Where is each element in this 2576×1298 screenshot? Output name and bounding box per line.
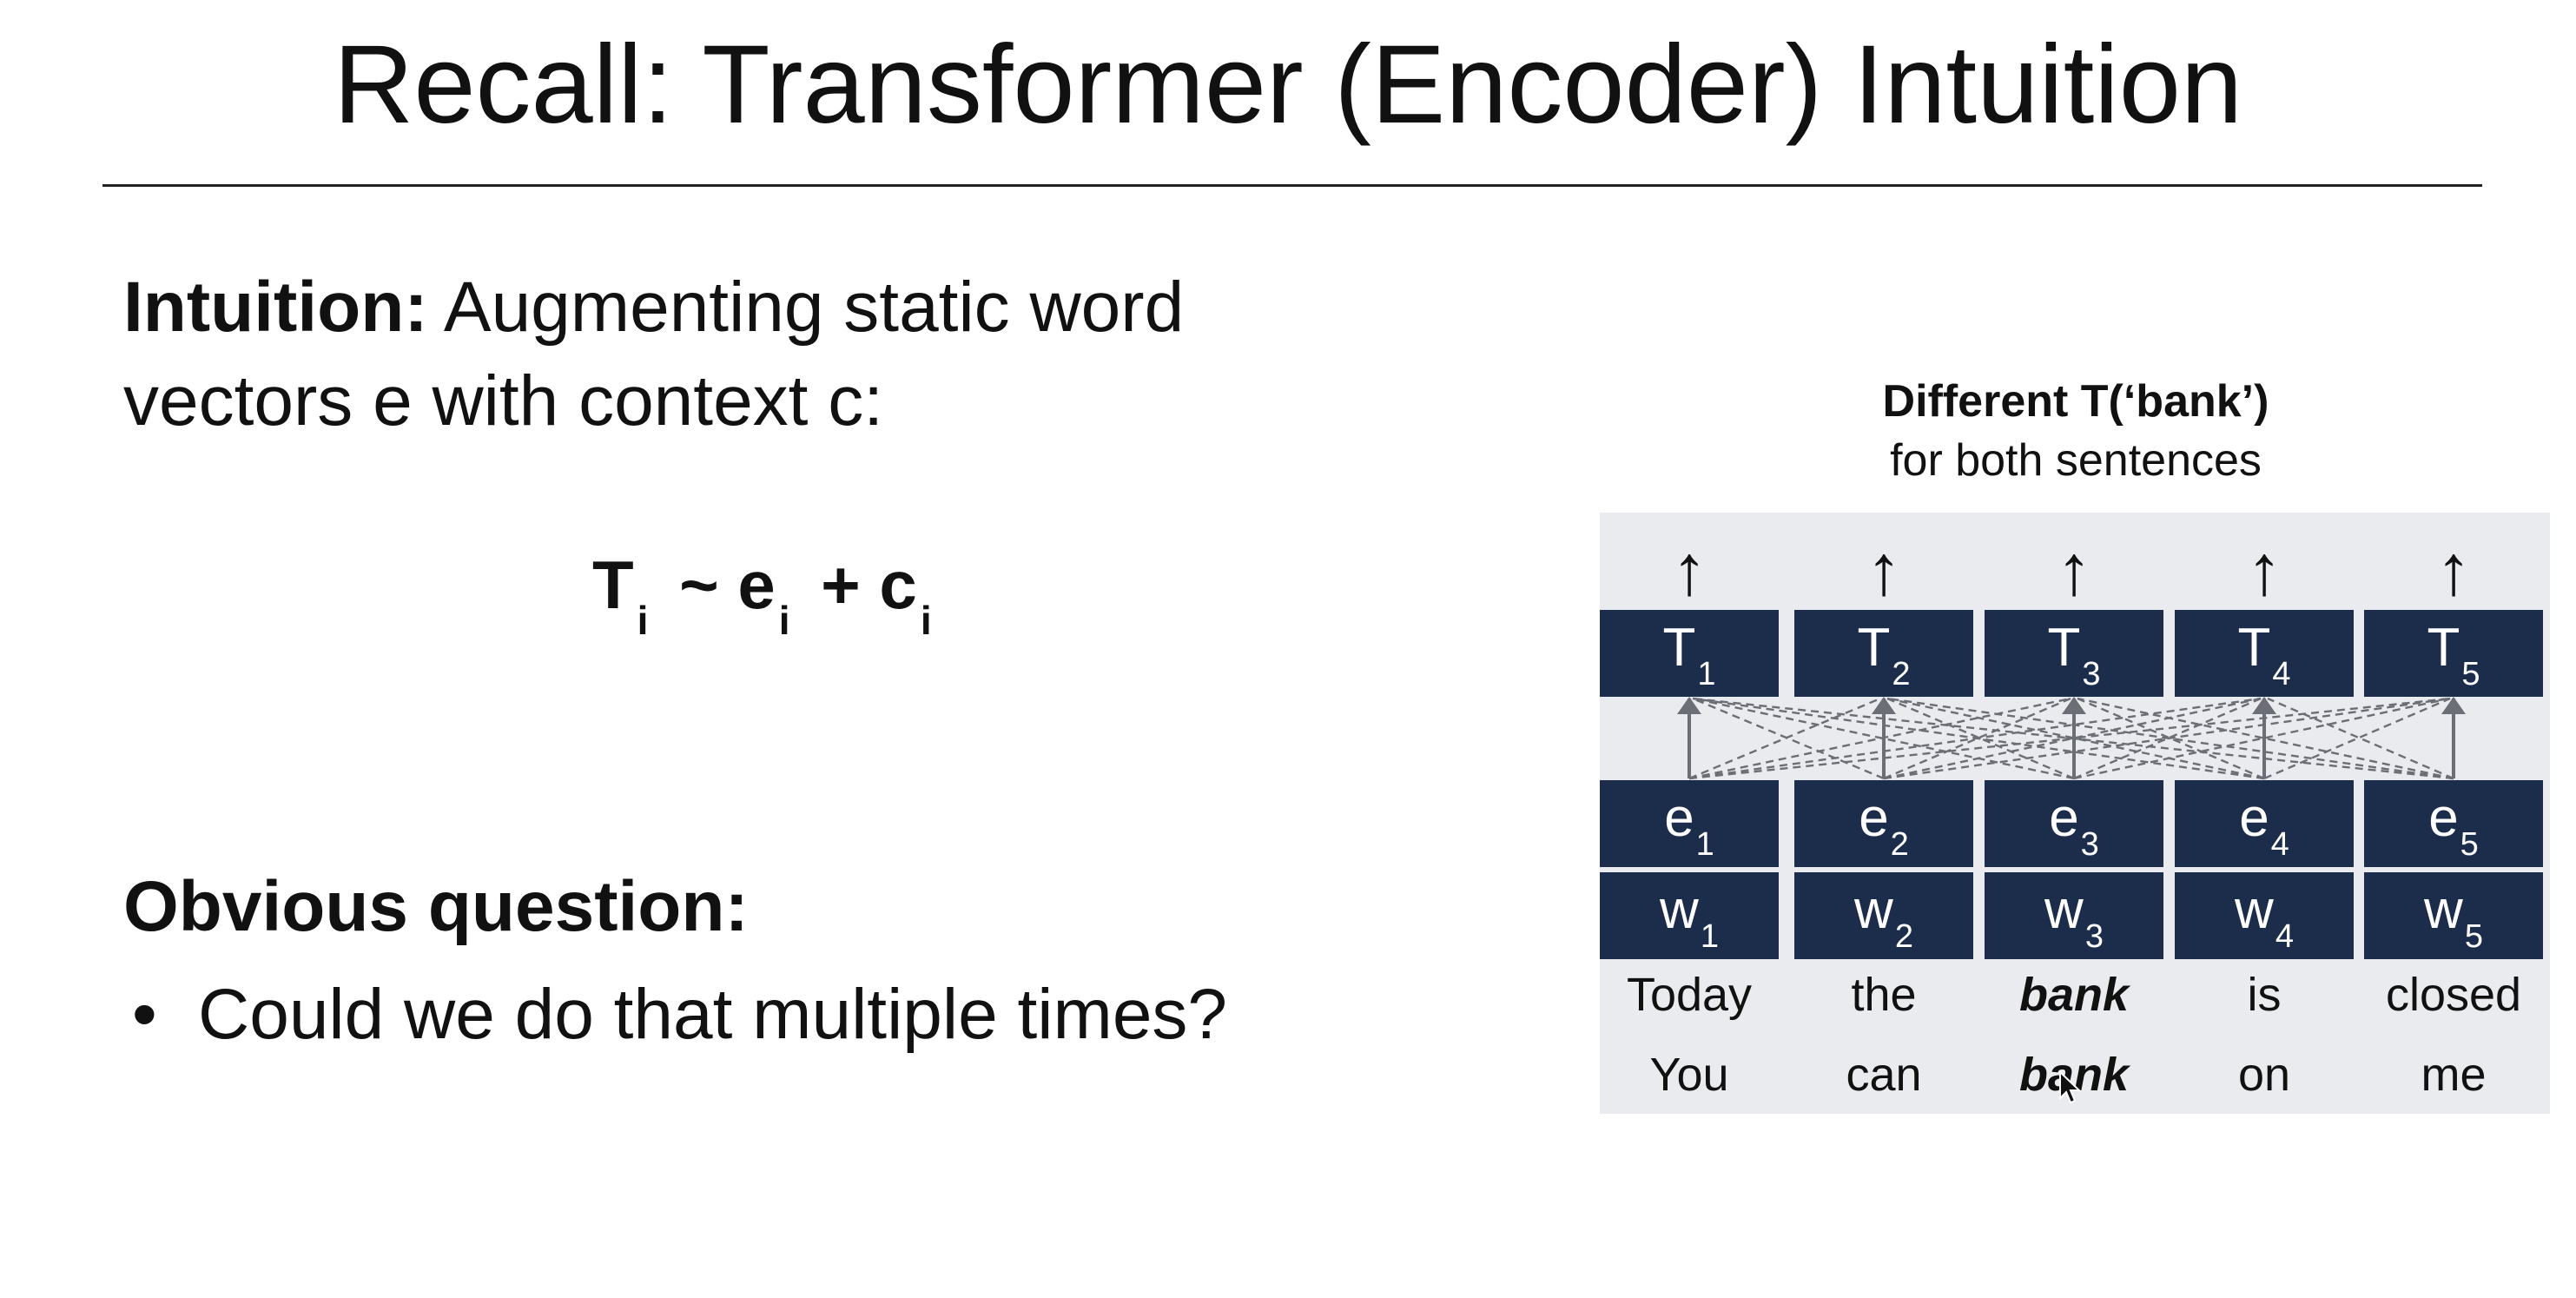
e-symbol: e	[1859, 788, 1889, 848]
diagram-caption-title: Different T(‘bank’)	[1882, 376, 2269, 427]
t-symbol: T	[2047, 618, 2081, 678]
w-box: w2	[1794, 872, 1973, 959]
w-symbol: w	[1854, 880, 1893, 940]
e-box: e2	[1794, 780, 1973, 867]
question-heading: Obvious question:	[123, 867, 749, 946]
e-symbol: e	[2239, 788, 2269, 848]
diagram-column-1: ↑ T1 e1 w1 Today You	[1600, 513, 1779, 1114]
mouse-pointer-icon	[2059, 1070, 2082, 1104]
t-subscript: 1	[1697, 656, 1716, 692]
diagram-column-2: ↑ T2 e2 w2 the can	[1794, 513, 1973, 1114]
t-box: T5	[2364, 610, 2543, 697]
w-subscript: 2	[1894, 918, 1913, 955]
e-box: e4	[2175, 780, 2354, 867]
t-symbol: T	[1857, 618, 1891, 678]
up-arrow-icon: ↑	[2056, 531, 2092, 610]
t-box: T4	[2175, 610, 2354, 697]
e-box: e5	[2364, 780, 2543, 867]
t-box: T3	[1985, 610, 2163, 697]
t-subscript: 5	[2461, 656, 2480, 692]
w-symbol: w	[1660, 880, 1699, 940]
w-box: w3	[1985, 872, 2163, 959]
w-subscript: 4	[2275, 918, 2294, 955]
t-subscript: 2	[1892, 656, 1911, 692]
e-subscript: 4	[2270, 826, 2289, 863]
w-symbol: w	[2235, 880, 2274, 940]
bullet-item: • Could we do that multiple times?	[132, 968, 1227, 1062]
t-subscript: 4	[2272, 656, 2291, 692]
e-subscript: 2	[1890, 826, 1909, 863]
up-arrow-icon: ↑	[1671, 531, 1707, 610]
sentence2-word: me	[2421, 1049, 2487, 1101]
t-symbol: T	[2237, 618, 2271, 678]
formula-e-sub: i	[778, 598, 790, 643]
formula-c-sub: i	[920, 598, 932, 643]
e-box: e1	[1600, 780, 1779, 867]
diagram-column-4: ↑ T4 e4 w4 is on	[2175, 513, 2354, 1114]
w-subscript: 1	[1700, 918, 1719, 955]
e-subscript: 1	[1695, 826, 1714, 863]
up-arrow-icon: ↑	[2246, 531, 2282, 610]
sentence1-word: closed	[2385, 969, 2522, 1021]
bullet-text: Could we do that multiple times?	[198, 975, 1228, 1054]
intuition-label: Intuition:	[123, 268, 428, 347]
formula-c: c	[879, 546, 917, 623]
t-box: T1	[1600, 610, 1779, 697]
w-box: w5	[2364, 872, 2543, 959]
t-symbol: T	[2427, 618, 2460, 678]
w-symbol: w	[2044, 880, 2084, 940]
e-symbol: e	[2049, 788, 2079, 848]
diagram-column-5: ↑ T5 e5 w5 closed me	[2364, 513, 2543, 1114]
w-subscript: 3	[2084, 918, 2104, 955]
e-subscript: 3	[2080, 826, 2099, 863]
t-box: T2	[1794, 610, 1973, 697]
up-arrow-icon: ↑	[1866, 531, 1902, 610]
e-subscript: 5	[2460, 826, 2479, 863]
transformer-diagram: ↑ T1 e1 w1 Today You ↑ T2 e2 w2 the can ↑ T3 e3 w3 bank b…	[1600, 513, 2550, 1114]
bullet-dot: •	[132, 975, 157, 1054]
w-box: w1	[1600, 872, 1779, 959]
formula-plus: +	[802, 546, 880, 623]
formula-e: e	[737, 546, 776, 623]
up-arrow-icon: ↑	[2435, 531, 2472, 610]
formula-t: T	[592, 546, 634, 623]
diagram-column-3: ↑ T3 e3 w3 bank bank	[1985, 513, 2163, 1114]
w-symbol: w	[2424, 880, 2463, 940]
formula: Ti ~ ei + ci	[592, 546, 944, 644]
e-symbol: e	[2428, 788, 2459, 848]
formula-t-sub: i	[637, 598, 649, 643]
title-divider	[102, 184, 2482, 187]
w-box: w4	[2175, 872, 2354, 959]
slide-title: Recall: Transformer (Encoder) Intuition	[333, 23, 2243, 147]
e-symbol: e	[1664, 788, 1694, 848]
e-box: e3	[1985, 780, 2163, 867]
t-subscript: 3	[2082, 656, 2101, 692]
formula-tilde: ~	[660, 546, 738, 623]
diagram-caption-subtitle: for both sentences	[1890, 435, 2262, 486]
w-subscript: 5	[2464, 918, 2483, 955]
intuition-paragraph: Intuition: Augmenting static word vector…	[123, 261, 1426, 448]
t-symbol: T	[1662, 618, 1696, 678]
